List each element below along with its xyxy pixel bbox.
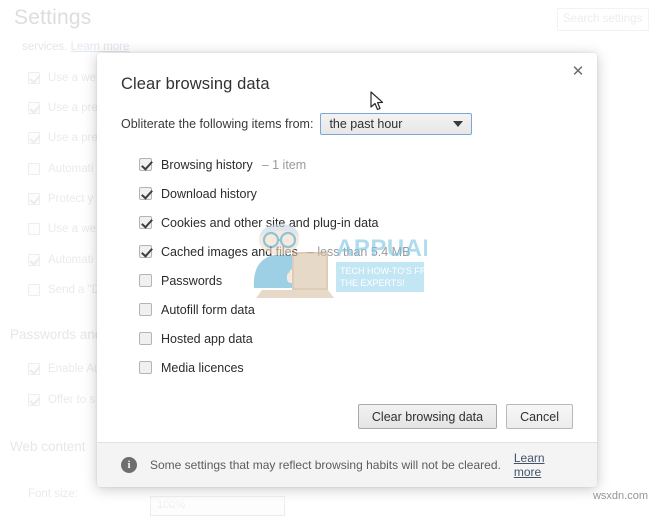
- item-detail: – less than 5.4 MB: [306, 244, 411, 259]
- time-range-value: the past hour: [329, 117, 403, 131]
- checkbox-row-cookies[interactable]: Cookies and other site and plug-in data: [121, 208, 573, 237]
- checkbox-row-autofill[interactable]: Autofill form data: [121, 295, 573, 324]
- dialog-footer: i Some settings that may reflect browsin…: [97, 442, 597, 487]
- cancel-button[interactable]: Cancel: [506, 404, 573, 429]
- close-icon[interactable]: ✕: [567, 60, 589, 82]
- chevron-down-icon: [453, 121, 464, 127]
- checkbox-row-media-licences[interactable]: Media licences: [121, 353, 573, 382]
- checkbox-row-download-history[interactable]: Download history: [121, 179, 573, 208]
- clear-browsing-data-button[interactable]: Clear browsing data: [357, 404, 498, 429]
- clear-browsing-data-dialog: ✕ Clear browsing data Obliterate the fol…: [97, 53, 597, 487]
- checkbox-row-passwords[interactable]: Passwords: [121, 266, 573, 295]
- checkbox-icon[interactable]: [139, 332, 152, 345]
- obliterate-label: Obliterate the following items from:: [121, 117, 314, 131]
- checkbox-icon[interactable]: [139, 274, 152, 287]
- info-icon: i: [121, 457, 137, 473]
- item-detail: – 1 item: [261, 157, 307, 172]
- time-range-row: Obliterate the following items from: the…: [121, 113, 573, 135]
- dialog-title: Clear browsing data: [121, 75, 270, 93]
- checkbox-icon[interactable]: [139, 216, 152, 229]
- checkbox-icon[interactable]: [139, 361, 152, 374]
- dialog-actions: Clear browsing data Cancel: [357, 404, 573, 429]
- dialog-body: ✕ Clear browsing data Obliterate the fol…: [97, 53, 597, 442]
- checkbox-icon[interactable]: [139, 245, 152, 258]
- site-watermark: wsxdn.com: [592, 490, 648, 502]
- checkbox-icon[interactable]: [139, 187, 152, 200]
- footer-learn-more-link[interactable]: Learn more: [514, 451, 573, 479]
- time-range-select[interactable]: the past hour: [320, 113, 473, 135]
- checkbox-row-browsing-history[interactable]: Browsing history – 1 item: [121, 150, 573, 179]
- checkbox-icon[interactable]: [139, 303, 152, 316]
- checkbox-icon[interactable]: [139, 158, 152, 171]
- checkbox-row-cached-images[interactable]: Cached images and files – less than 5.4 …: [121, 237, 573, 266]
- data-type-checkbox-list: Browsing history – 1 item Download histo…: [121, 150, 573, 382]
- checkbox-row-hosted-app-data[interactable]: Hosted app data: [121, 324, 573, 353]
- footer-note: Some settings that may reflect browsing …: [150, 458, 501, 472]
